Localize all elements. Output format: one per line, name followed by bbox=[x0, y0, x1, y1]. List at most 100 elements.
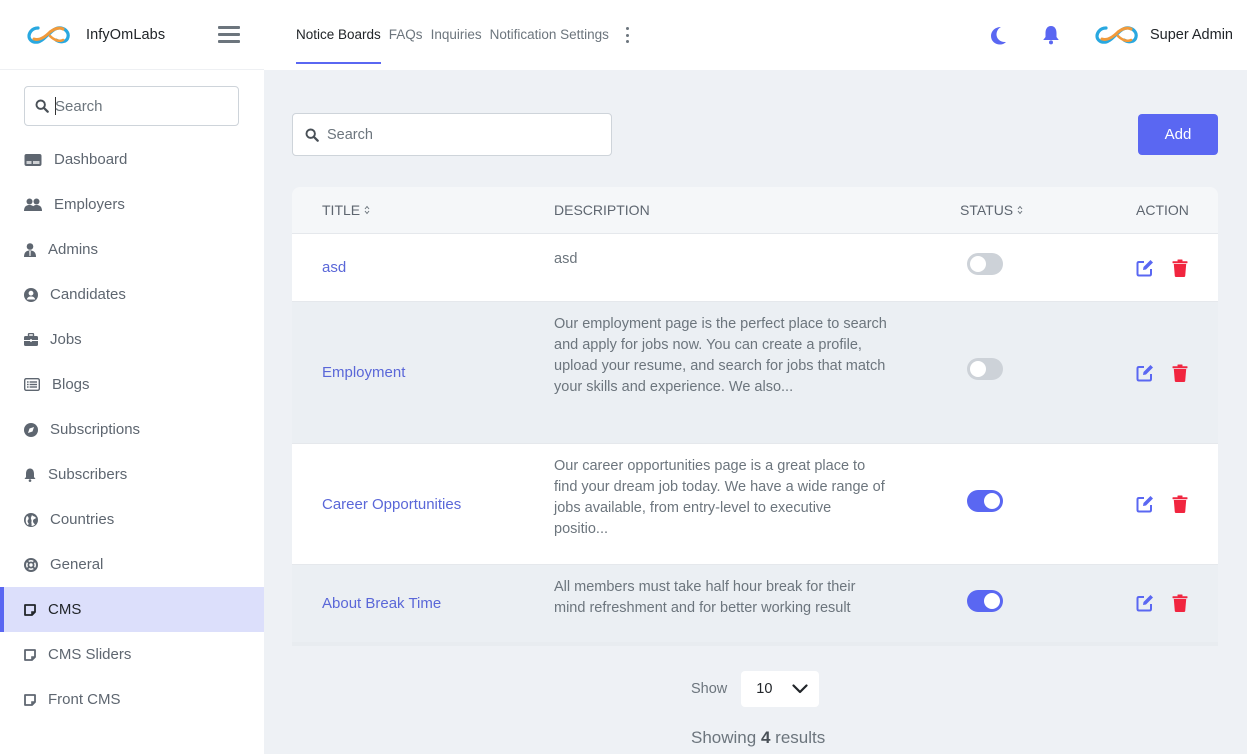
per-page-control: Show 10 bbox=[691, 671, 820, 707]
per-page-select[interactable]: 10 bbox=[741, 671, 820, 707]
per-page-value: 10 bbox=[756, 681, 773, 697]
dark-mode-moon-icon[interactable] bbox=[988, 25, 1008, 45]
sidebar-item-dashboard[interactable]: Dashboard bbox=[0, 137, 264, 182]
sidebar-item-front-cms[interactable]: Front CMS bbox=[0, 677, 264, 722]
sidebar-item-label: Subscribers bbox=[48, 466, 128, 483]
search-icon bbox=[305, 128, 319, 142]
sidebar-item-candidates[interactable]: Candidates bbox=[0, 272, 264, 317]
column-header-title[interactable]: TITLE bbox=[292, 202, 554, 218]
notice-title-link[interactable]: Employment bbox=[322, 364, 405, 381]
sidebar: InfyOmLabs Dashboard Employers bbox=[0, 0, 264, 754]
header-tabs: Notice Boards FAQs Inquiries Notificatio… bbox=[296, 0, 633, 70]
status-toggle[interactable] bbox=[967, 253, 1003, 275]
sidebar-item-label: Subscriptions bbox=[50, 421, 141, 438]
status-toggle[interactable] bbox=[967, 358, 1003, 380]
sidebar-item-subscriptions[interactable]: Subscriptions bbox=[0, 407, 264, 452]
tab-inquiries[interactable]: Inquiries bbox=[431, 0, 482, 70]
notice-description: Our employment page is the perfect place… bbox=[554, 316, 887, 395]
sort-icon bbox=[1017, 205, 1023, 215]
sidebar-item-employers[interactable]: Employers bbox=[0, 182, 264, 227]
main-content: Add TITLE DESCRIPTION STATUS ACTION asd … bbox=[264, 70, 1247, 754]
table-row: About Break Time All members must take h… bbox=[292, 565, 1218, 645]
table-row: asd asd bbox=[292, 234, 1218, 302]
sidebar-item-cms[interactable]: CMS bbox=[0, 587, 264, 632]
sidebar-item-label: Jobs bbox=[50, 331, 82, 348]
header-actions: Super Admin bbox=[988, 0, 1233, 70]
column-header-action: ACTION bbox=[1136, 202, 1189, 218]
chevron-down-icon bbox=[792, 684, 809, 694]
table-row: Career Opportunities Our career opportun… bbox=[292, 444, 1218, 565]
sidebar-item-admins[interactable]: Admins bbox=[0, 227, 264, 272]
sort-icon bbox=[364, 205, 370, 215]
tab-notice-boards[interactable]: Notice Boards bbox=[296, 0, 381, 70]
user-name[interactable]: Super Admin bbox=[1150, 27, 1233, 43]
status-toggle[interactable] bbox=[967, 490, 1003, 512]
add-button[interactable]: Add bbox=[1138, 114, 1218, 155]
sidebar-item-label: General bbox=[50, 556, 104, 573]
edit-icon[interactable] bbox=[1135, 363, 1155, 383]
delete-trash-icon[interactable] bbox=[1170, 593, 1190, 613]
admin-icon bbox=[24, 241, 36, 259]
sidebar-item-cms-sliders[interactable]: CMS Sliders bbox=[0, 632, 264, 677]
sidebar-item-label: CMS bbox=[48, 601, 82, 618]
note-icon bbox=[24, 646, 36, 664]
column-header-status[interactable]: STATUS bbox=[924, 202, 1099, 218]
user-avatar-logo-icon[interactable] bbox=[1094, 23, 1140, 47]
users-icon bbox=[24, 196, 42, 214]
bell-icon bbox=[24, 466, 36, 484]
notice-title-link[interactable]: asd bbox=[322, 259, 346, 276]
sidebar-item-label: Employers bbox=[54, 196, 125, 213]
sidebar-item-label: Admins bbox=[48, 241, 99, 258]
sidebar-item-blogs[interactable]: Blogs bbox=[0, 362, 264, 407]
delete-trash-icon[interactable] bbox=[1170, 363, 1190, 383]
delete-trash-icon[interactable] bbox=[1170, 258, 1190, 278]
compass-icon bbox=[24, 421, 38, 439]
sidebar-item-countries[interactable]: Countries bbox=[0, 497, 264, 542]
notice-title-link[interactable]: Career Opportunities bbox=[322, 496, 461, 513]
notice-title-link[interactable]: About Break Time bbox=[322, 595, 441, 612]
sidebar-search[interactable] bbox=[24, 86, 239, 126]
sidebar-item-label: Candidates bbox=[50, 286, 126, 303]
lifebuoy-icon bbox=[24, 556, 38, 574]
table-footer-divider bbox=[292, 642, 1218, 646]
column-header-description: DESCRIPTION bbox=[554, 202, 650, 218]
note-icon bbox=[24, 601, 36, 619]
edit-icon[interactable] bbox=[1135, 258, 1155, 278]
sidebar-nav: Dashboard Employers Admins Candidates Jo… bbox=[0, 137, 264, 722]
sidebar-item-subscribers[interactable]: Subscribers bbox=[0, 452, 264, 497]
top-header: Notice Boards FAQs Inquiries Notificatio… bbox=[264, 0, 1247, 70]
edit-icon[interactable] bbox=[1135, 494, 1155, 514]
more-options-icon[interactable] bbox=[623, 27, 633, 43]
sidebar-item-label: Blogs bbox=[52, 376, 90, 393]
delete-trash-icon[interactable] bbox=[1170, 494, 1190, 514]
notice-boards-table: TITLE DESCRIPTION STATUS ACTION asd asd bbox=[292, 187, 1218, 645]
briefcase-icon bbox=[24, 331, 38, 349]
table-search[interactable] bbox=[292, 113, 612, 156]
results-summary: Showing 4 results bbox=[691, 728, 826, 747]
table-row: Employment Our employment page is the pe… bbox=[292, 302, 1218, 444]
globe-icon bbox=[24, 511, 38, 529]
tab-notification-settings[interactable]: Notification Settings bbox=[490, 0, 609, 70]
results-count: 4 bbox=[760, 728, 771, 747]
sidebar-item-label: Front CMS bbox=[48, 691, 121, 708]
edit-icon[interactable] bbox=[1135, 593, 1155, 613]
note-icon bbox=[24, 691, 36, 709]
sidebar-item-general[interactable]: General bbox=[0, 542, 264, 587]
table-search-input[interactable] bbox=[327, 126, 587, 143]
sidebar-item-label: Countries bbox=[50, 511, 115, 528]
tab-faqs[interactable]: FAQs bbox=[389, 0, 423, 70]
show-label: Show bbox=[691, 681, 728, 697]
sidebar-item-jobs[interactable]: Jobs bbox=[0, 317, 264, 362]
brand-name: InfyOmLabs bbox=[86, 26, 166, 43]
sidebar-item-label: Dashboard bbox=[54, 151, 128, 168]
list-icon bbox=[24, 376, 40, 394]
menu-toggle-icon[interactable] bbox=[218, 26, 240, 44]
infinity-logo-icon bbox=[27, 25, 70, 44]
sidebar-item-label: CMS Sliders bbox=[48, 646, 132, 663]
notification-bell-icon[interactable] bbox=[1041, 25, 1061, 45]
user-circle-icon bbox=[24, 286, 38, 304]
search-icon bbox=[35, 99, 49, 113]
status-toggle[interactable] bbox=[967, 590, 1003, 612]
notice-description: All members must take half hour break fo… bbox=[554, 579, 856, 616]
sidebar-search-input[interactable] bbox=[55, 97, 225, 115]
